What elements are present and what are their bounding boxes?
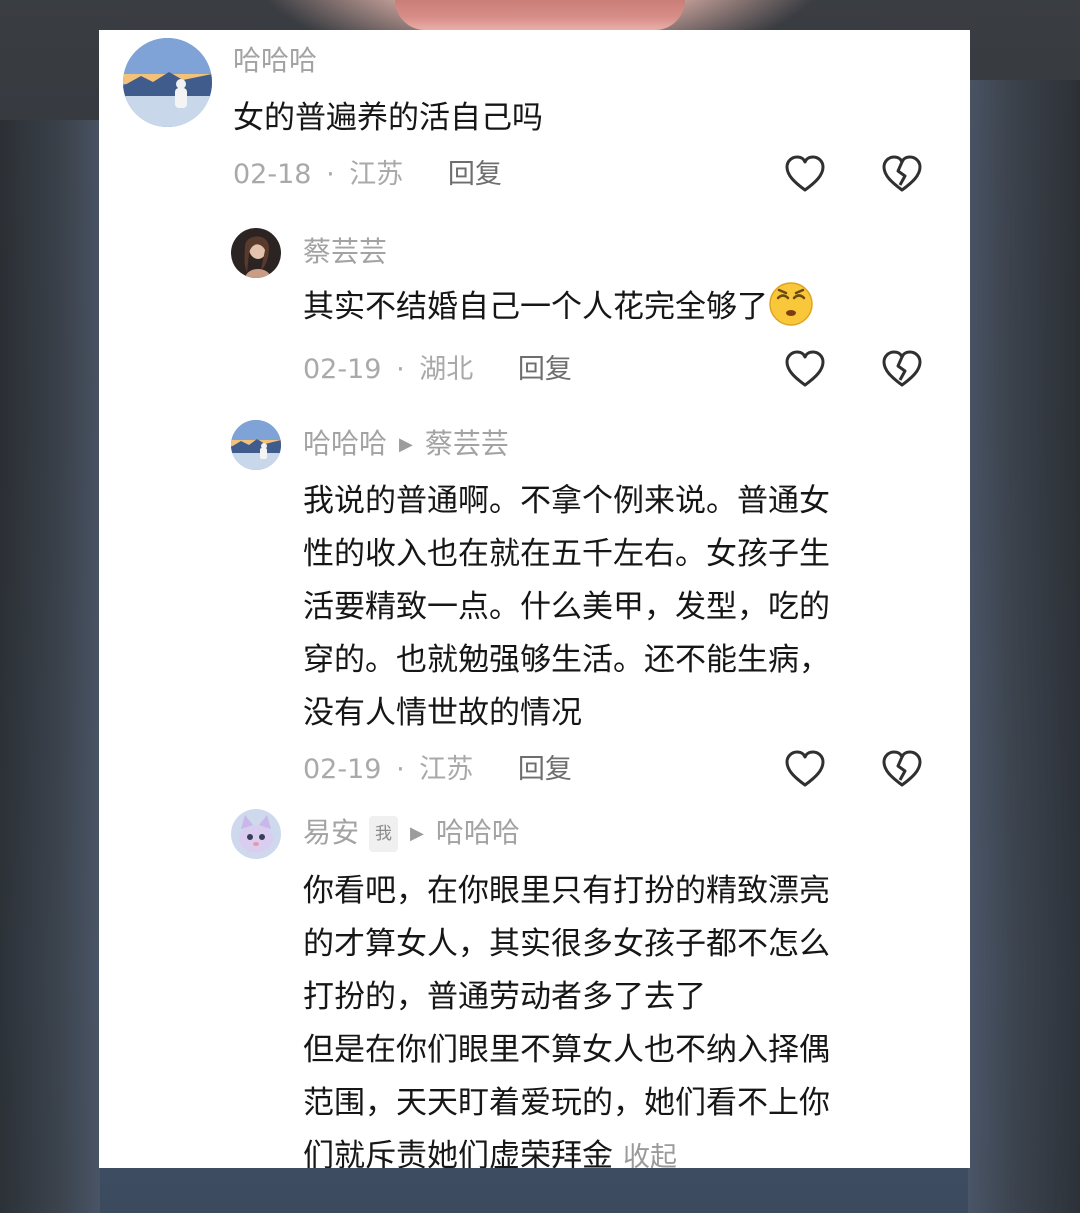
comment-line: 我说的普通啊。不拿个例来说。普通女 bbox=[303, 483, 830, 519]
comment-text: 你看吧，在你眼里只有打扮的精致漂亮 的才算女人，其实很多女孩子都不怎么 打扮的，… bbox=[303, 865, 830, 1168]
comment-text: 其实不结婚自己一个人花完全够了 bbox=[303, 281, 814, 334]
reply-button[interactable]: 回复 bbox=[518, 354, 572, 385]
comment-line: 穿的。也就勉强够生活。还不能生病， bbox=[303, 642, 830, 678]
comment-panel: 哈哈哈 女的普遍养的活自己吗 02-18 · 江苏 回复 蔡芸芸 其实不结婚自己… bbox=[99, 30, 970, 1168]
comment-location: 湖北 bbox=[419, 354, 474, 385]
background-jacket-left bbox=[0, 120, 100, 1213]
separator-dot: · bbox=[326, 159, 335, 190]
heart-outline-icon[interactable] bbox=[784, 155, 826, 195]
comment-date: 02-18 bbox=[233, 159, 312, 190]
avatar[interactable] bbox=[231, 228, 281, 278]
reply-to-name[interactable]: 蔡芸芸 bbox=[425, 427, 509, 460]
comment-meta: 02-19 · 湖北 回复 bbox=[303, 355, 572, 385]
reply-button[interactable]: 回复 bbox=[518, 754, 572, 785]
triangle-right-icon: ▶ bbox=[410, 823, 424, 844]
broken-heart-icon[interactable] bbox=[881, 155, 923, 195]
comment-line: 你看吧，在你眼里只有打扮的精致漂亮 bbox=[303, 873, 830, 909]
comment-4: 易安我 ▶ 哈哈哈 你看吧，在你眼里只有打扮的精致漂亮 的才算女人，其实很多女孩子都… bbox=[99, 805, 970, 1168]
triangle-right-icon: ▶ bbox=[399, 434, 413, 455]
avatar-sunset-image bbox=[123, 38, 212, 127]
comment-date: 02-19 bbox=[303, 754, 382, 785]
comment-line: 们就斥责她们虚荣拜金 bbox=[303, 1138, 613, 1168]
background-lips bbox=[395, 0, 685, 30]
comment-line: 的才算女人，其实很多女孩子都不怎么 bbox=[303, 926, 830, 962]
me-badge: 我 bbox=[369, 816, 399, 852]
comment-line: 没有人情世故的情况 bbox=[303, 695, 582, 731]
comment-text: 我说的普通啊。不拿个例来说。普通女 性的收入也在就在五千左右。女孩子生 活要精致… bbox=[303, 475, 830, 740]
commenter-name[interactable]: 易安 bbox=[303, 816, 359, 849]
avatar-cartoon-cat-image bbox=[231, 809, 281, 859]
comment-date: 02-19 bbox=[303, 354, 382, 385]
broken-heart-icon[interactable] bbox=[881, 350, 923, 390]
comment-line-last: 们就斥责她们虚荣拜金 收起 bbox=[303, 1130, 830, 1168]
commenter-name[interactable]: 哈哈哈 bbox=[303, 427, 387, 460]
comment-line: 性的收入也在就在五千左右。女孩子生 bbox=[303, 536, 830, 572]
commenter-name-line: 哈哈哈 ▶ 蔡芸芸 bbox=[303, 428, 509, 461]
commenter-name[interactable]: 蔡芸芸 bbox=[303, 236, 387, 268]
background-jacket-right bbox=[968, 80, 1080, 1213]
comment-3: 哈哈哈 ▶ 蔡芸芸 我说的普通啊。不拿个例来说。普通女 性的收入也在就在五千左右。女… bbox=[99, 415, 970, 810]
avatar[interactable] bbox=[231, 809, 281, 859]
commenter-name[interactable]: 哈哈哈 bbox=[233, 45, 317, 77]
comment-line: 活要精致一点。什么美甲，发型，吃的 bbox=[303, 589, 830, 625]
reply-button[interactable]: 回复 bbox=[448, 159, 502, 190]
avatar[interactable] bbox=[123, 38, 212, 127]
comment-line: 范围，天天盯着爱玩的，她们看不上你 bbox=[303, 1085, 830, 1121]
avatar-sunset-image bbox=[231, 420, 281, 470]
separator-dot: · bbox=[396, 354, 405, 385]
avatar-portrait-image bbox=[231, 228, 281, 278]
comment-text-content: 其实不结婚自己一个人花完全够了 bbox=[303, 289, 768, 325]
heart-outline-icon[interactable] bbox=[784, 350, 826, 390]
avatar[interactable] bbox=[231, 420, 281, 470]
comment-meta: 02-19 · 江苏 回复 bbox=[303, 755, 572, 785]
comment-1: 哈哈哈 女的普遍养的活自己吗 02-18 · 江苏 回复 bbox=[99, 30, 970, 220]
commenter-name-line: 易安我 ▶ 哈哈哈 bbox=[303, 816, 520, 852]
comment-2: 蔡芸芸 其实不结婚自己一个人花完全够了 02-19 · 湖北 回复 bbox=[99, 225, 970, 415]
separator-dot: · bbox=[396, 754, 405, 785]
heart-outline-icon[interactable] bbox=[784, 750, 826, 790]
collapse-button[interactable]: 收起 bbox=[623, 1142, 677, 1168]
comment-location: 江苏 bbox=[349, 159, 404, 190]
comment-line: 但是在你们眼里不算女人也不纳入择偶 bbox=[303, 1032, 830, 1068]
reply-to-name[interactable]: 哈哈哈 bbox=[436, 816, 520, 849]
broken-heart-icon[interactable] bbox=[881, 750, 923, 790]
comment-meta: 02-18 · 江苏 回复 bbox=[233, 160, 502, 190]
star-eyes-emoji bbox=[769, 282, 813, 326]
comment-text: 女的普遍养的活自己吗 bbox=[233, 100, 543, 136]
comment-line: 打扮的，普通劳动者多了去了 bbox=[303, 979, 706, 1015]
comment-location: 江苏 bbox=[419, 754, 474, 785]
